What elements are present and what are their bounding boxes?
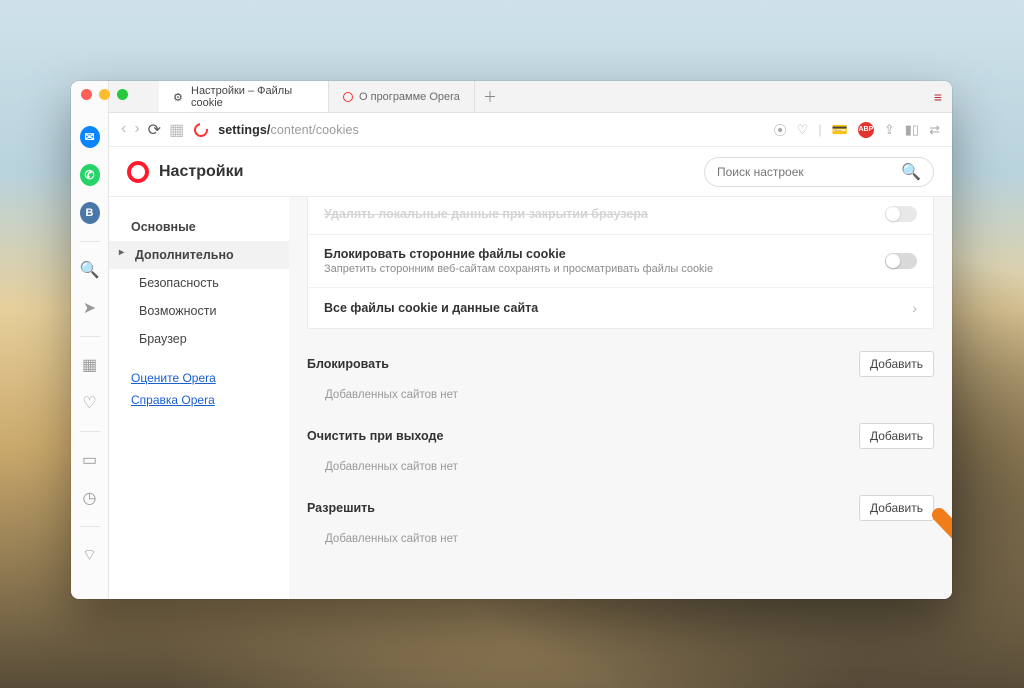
nav-main[interactable]: Основные: [109, 213, 289, 241]
history-icon[interactable]: ◷: [80, 488, 100, 508]
help-opera-link[interactable]: Справка Opera: [109, 389, 289, 411]
section-clear-on-exit: Очистить при выходе Добавить Добавленных…: [307, 423, 934, 473]
settings-header: Настройки 🔍: [109, 147, 952, 197]
empty-text: Добавленных сайтов нет: [325, 533, 934, 545]
heart-icon[interactable]: ♡: [80, 393, 100, 413]
row-all-cookies[interactable]: Все файлы cookie и данные сайта ›: [308, 287, 933, 328]
opera-logo-icon: [127, 161, 149, 183]
share-icon[interactable]: ⇪: [884, 122, 895, 138]
easy-setup-icon[interactable]: ≡: [934, 89, 942, 105]
settings-search[interactable]: 🔍: [704, 157, 934, 187]
search-input[interactable]: [717, 165, 893, 179]
snapshot-icon[interactable]: ⌔: [80, 545, 100, 565]
vk-icon[interactable]: B: [80, 203, 100, 223]
tab-label: Настройки – Файлы cookie: [191, 85, 314, 109]
label: Блокировать сторонние файлы cookie: [324, 247, 713, 261]
url-field[interactable]: settings/content/cookies: [218, 123, 763, 137]
reload-button[interactable]: ⟳: [148, 120, 161, 140]
snapshot-icon[interactable]: ⦿: [774, 120, 787, 139]
new-tab-button[interactable]: ＋: [475, 81, 505, 112]
heart-icon[interactable]: ♡: [797, 122, 809, 138]
add-block-button[interactable]: Добавить: [859, 351, 934, 377]
back-button[interactable]: ‹: [121, 120, 126, 140]
messenger-icon[interactable]: ✉: [80, 127, 100, 147]
tab-label: О программе Opera: [359, 91, 460, 103]
settings-content: Удалять локальные данные при закрытии бр…: [289, 197, 952, 599]
battery-icon: ▮▯: [905, 122, 919, 138]
close-window-button[interactable]: [81, 89, 92, 100]
opera-url-icon: [191, 120, 210, 139]
gear-icon: ⚙: [173, 91, 185, 103]
nav-advanced[interactable]: Дополнительно: [109, 241, 289, 269]
add-allow-button[interactable]: Добавить: [859, 495, 934, 521]
empty-text: Добавленных сайтов нет: [325, 461, 934, 473]
adblock-icon[interactable]: ABP: [858, 122, 874, 138]
tab-strip: ⚙ Настройки – Файлы cookie О программе O…: [109, 81, 952, 113]
settings-nav: Основные Дополнительно Безопасность Возм…: [109, 197, 289, 599]
row-block-3p-cookies[interactable]: Блокировать сторонние файлы cookie Запре…: [308, 234, 933, 287]
section-allow: Разрешить Добавить Добавленных сайтов не…: [307, 495, 934, 545]
opera-icon: [343, 92, 353, 102]
tab-settings-cookies[interactable]: ⚙ Настройки – Файлы cookie: [159, 81, 329, 112]
search-icon[interactable]: 🔍: [80, 260, 100, 280]
section-label: Блокировать: [307, 357, 389, 371]
section-label: Очистить при выходе: [307, 429, 443, 443]
row-delete-on-close[interactable]: Удалять локальные данные при закрытии бр…: [308, 197, 933, 234]
wallet-icon[interactable]: 💳: [832, 122, 848, 138]
sidebar-rail: ✉ ✆ B 🔍 ➤ ▦ ♡ ▭ ◷ ⌔: [71, 81, 109, 599]
news-icon[interactable]: ▭: [80, 450, 100, 470]
page-title: Настройки: [159, 163, 243, 181]
address-bar: ‹ › ⟳ ▦ settings/content/cookies ⦿ ♡ | 💳…: [109, 113, 952, 147]
tab-about-opera[interactable]: О программе Opera: [329, 81, 475, 112]
speed-dial-icon[interactable]: ▦: [80, 355, 100, 375]
rate-opera-link[interactable]: Оцените Opera: [109, 367, 289, 389]
section-label: Разрешить: [307, 501, 375, 515]
description: Запретить сторонним веб-сайтам сохранять…: [324, 263, 713, 275]
sync-icon[interactable]: ⇄: [929, 122, 940, 138]
minimize-window-button[interactable]: [99, 89, 110, 100]
nav-browser[interactable]: Браузер: [109, 325, 289, 353]
empty-text: Добавленных сайтов нет: [325, 389, 934, 401]
add-clear-button[interactable]: Добавить: [859, 423, 934, 449]
send-icon[interactable]: ➤: [80, 298, 100, 318]
zoom-window-button[interactable]: [117, 89, 128, 100]
nav-features[interactable]: Возможности: [109, 297, 289, 325]
main-area: ⚙ Настройки – Файлы cookie О программе O…: [109, 81, 952, 599]
nav-security[interactable]: Безопасность: [109, 269, 289, 297]
window-controls: [81, 89, 128, 100]
section-block: Блокировать Добавить Добавленных сайтов …: [307, 351, 934, 401]
toggle-delete-on-close[interactable]: [885, 206, 917, 222]
chevron-right-icon: ›: [912, 300, 917, 316]
speed-dial-button[interactable]: ▦: [169, 120, 184, 140]
browser-window: ✉ ✆ B 🔍 ➤ ▦ ♡ ▭ ◷ ⌔ ⚙ Настройки – Файлы …: [71, 81, 952, 599]
whatsapp-icon[interactable]: ✆: [80, 165, 100, 185]
forward-button[interactable]: ›: [134, 120, 139, 140]
toggle-block-3p[interactable]: [885, 253, 917, 269]
search-icon: 🔍: [901, 162, 921, 182]
